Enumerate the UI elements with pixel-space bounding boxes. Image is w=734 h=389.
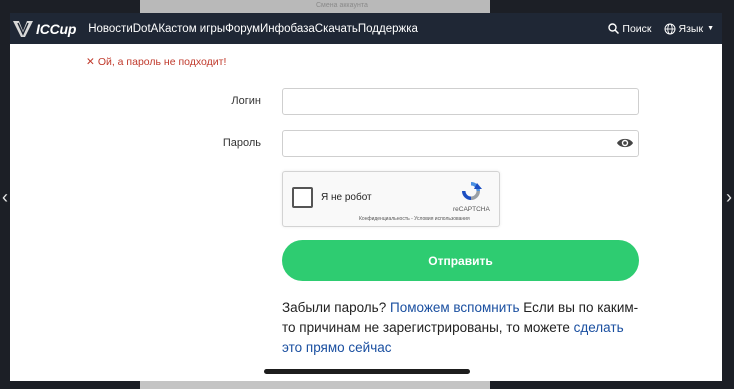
chevron-left-icon[interactable]: ‹ — [2, 188, 8, 206]
nav-links: Новости DotA Кастом игры Форум Инфобаза … — [88, 13, 418, 44]
forgot-password-link[interactable]: Поможем вспомнить — [390, 300, 520, 315]
search-button[interactable]: Поиск — [608, 22, 652, 35]
error-icon: ✕ — [86, 56, 95, 68]
recaptcha-brand: reCAPTCHA — [453, 206, 490, 213]
background-page-bottom — [140, 381, 490, 389]
search-icon — [608, 23, 620, 34]
logo-mark-icon — [13, 20, 33, 37]
chevron-down-icon: ▼ — [707, 25, 714, 32]
nav-link-forum[interactable]: Форум — [225, 23, 260, 35]
login-label: Логин — [231, 95, 261, 107]
recaptcha-widget: Я не робот reCAPTCHA Конфиденциальность … — [282, 171, 500, 227]
globe-icon — [664, 23, 676, 34]
nav-link-download[interactable]: Скачать — [315, 23, 358, 35]
background-faint-text: Смена аккаунта — [316, 2, 368, 9]
nav-link-infobase[interactable]: Инфобаза — [260, 23, 315, 35]
login-frame: ICCup Новости DotA Кастом игры Форум Инф… — [10, 13, 722, 381]
error-text: Ой, а пароль не подходит! — [97, 56, 227, 68]
submit-button[interactable]: Отправить — [282, 240, 639, 281]
help-text: Забыли пароль? Поможем вспомнить Если вы… — [282, 298, 642, 358]
site-logo[interactable]: ICCup — [12, 13, 76, 44]
login-input[interactable] — [282, 88, 639, 115]
help-text-1: Забыли пароль? — [282, 300, 390, 315]
nav-link-dota[interactable]: DotA — [133, 23, 159, 35]
eye-icon[interactable] — [616, 136, 634, 150]
language-label: Язык — [678, 22, 704, 35]
scrollbar[interactable] — [264, 369, 470, 374]
password-label: Пароль — [222, 137, 261, 149]
recaptcha-privacy-links[interactable]: Конфиденциальность - Условия использован… — [359, 216, 470, 222]
nav-link-support[interactable]: Поддержка — [358, 23, 418, 35]
top-navbar: ICCup Новости DotA Кастом игры Форум Инф… — [10, 13, 722, 44]
recaptcha-icon — [462, 182, 482, 200]
recaptcha-label: Я не робот — [321, 192, 372, 203]
recaptcha-checkbox[interactable] — [292, 187, 313, 208]
logo-text: ICCup — [36, 20, 77, 37]
background-page-top: Смена аккаунта — [140, 0, 490, 14]
language-dropdown[interactable]: Язык ▼ — [664, 23, 714, 35]
search-label: Поиск — [622, 22, 652, 35]
nav-link-news[interactable]: Новости — [88, 23, 133, 35]
error-message: ✕ Ой, а пароль не подходит! — [86, 56, 226, 68]
nav-link-custom-games[interactable]: Кастом игры — [158, 23, 225, 35]
chevron-right-icon[interactable]: › — [726, 188, 732, 206]
password-input[interactable] — [282, 130, 639, 157]
nav-right: Поиск Язык ▼ — [608, 13, 714, 44]
